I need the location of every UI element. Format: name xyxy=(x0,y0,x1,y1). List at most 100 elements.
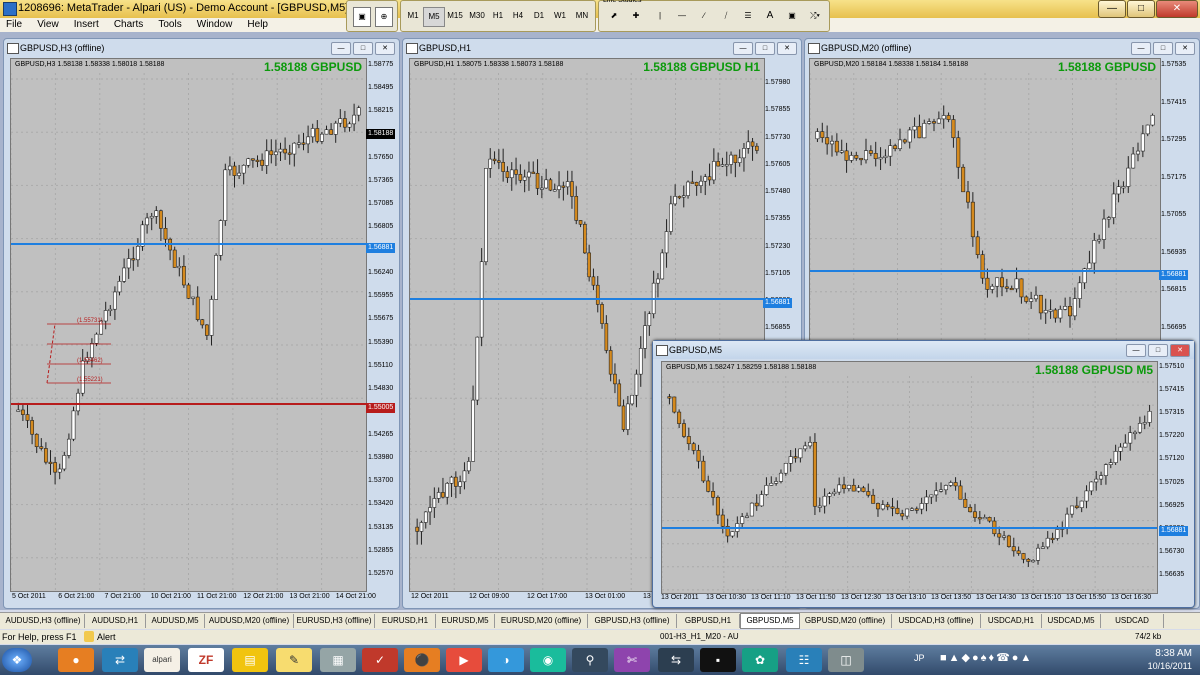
tf-h4[interactable]: H4 xyxy=(508,7,528,25)
pdf-icon[interactable]: ✓ xyxy=(362,648,398,672)
chart-window-m5[interactable]: GBPUSD,M5 — □ ✕ GBPUSD,M5 1.58247 1.5825… xyxy=(652,340,1195,608)
window-app-icon[interactable]: ◫ xyxy=(828,648,864,672)
chart-tab[interactable]: EURUSD,H3 (offline) xyxy=(294,614,375,628)
chart-shift-icon[interactable]: ▣ xyxy=(353,7,371,27)
chart-tab[interactable]: AUDUSD,H3 (offline) xyxy=(2,614,85,628)
tf-h1[interactable]: H1 xyxy=(488,7,508,25)
channel-icon[interactable]: ⧸ xyxy=(717,7,735,25)
menu-charts[interactable]: Charts xyxy=(108,18,149,32)
chart-tab[interactable]: USDCAD,H3 (offline) xyxy=(892,614,981,628)
chart-tab[interactable]: USDCAD,H1 xyxy=(981,614,1042,628)
transfer-icon[interactable]: ⇆ xyxy=(658,648,694,672)
chart-window-titlebar[interactable]: GBPUSD,M20 (offline) — □ ✕ xyxy=(805,39,1199,57)
chart-window-h3[interactable]: GBPUSD,H3 (offline) — □ ✕ (1.55731) (1.55… xyxy=(3,38,400,609)
child-minimize-button[interactable]: — xyxy=(1126,344,1146,357)
chart-tab[interactable]: EURUSD,M5 xyxy=(436,614,495,628)
trendline-icon[interactable]: ∕ xyxy=(695,7,713,25)
tf-m30[interactable]: M30 xyxy=(466,7,488,25)
chart-tab[interactable]: GBPUSD,H3 (offline) xyxy=(588,614,677,628)
candle xyxy=(871,494,876,504)
child-restore-button[interactable]: □ xyxy=(1153,42,1173,55)
menu-tools[interactable]: Tools xyxy=(152,18,187,32)
chart-tab[interactable]: USDCAD,M5 xyxy=(1042,614,1101,628)
candle xyxy=(788,456,793,464)
menu-window[interactable]: Window xyxy=(191,18,239,32)
language-indicator[interactable]: JP xyxy=(914,653,925,663)
chart-tab[interactable]: AUDUSD,H1 xyxy=(85,614,146,628)
tf-m15[interactable]: M15 xyxy=(444,7,466,25)
chart-plot-area[interactable]: GBPUSD,M5 1.58247 1.58259 1.58188 1.5818… xyxy=(661,361,1158,594)
candle xyxy=(1067,306,1072,317)
clock-date[interactable]: 10/16/2011 xyxy=(1148,661,1192,671)
text-label-icon[interactable]: ▣ xyxy=(783,7,801,25)
tools-icon[interactable]: ✄ xyxy=(614,648,650,672)
alpari-taskbar-button[interactable]: alpari xyxy=(144,648,180,672)
child-minimize-button[interactable]: — xyxy=(1131,42,1151,55)
minimize-button[interactable]: — xyxy=(1098,0,1126,18)
candle xyxy=(43,448,48,463)
crosshair-tool-icon[interactable]: ✚ xyxy=(627,7,645,25)
clock-time[interactable]: 8:38 AM xyxy=(1155,648,1192,659)
browser-icon[interactable]: ◑ xyxy=(488,648,524,672)
chart-window-titlebar[interactable]: GBPUSD,M5 — □ ✕ xyxy=(653,341,1194,359)
vertical-line-icon[interactable]: | xyxy=(651,7,669,25)
folder-icon[interactable]: ▤ xyxy=(232,648,268,672)
child-close-button[interactable]: ✕ xyxy=(1175,42,1195,55)
close-button[interactable]: ✕ xyxy=(1156,0,1198,18)
chart-tab[interactable]: EURUSD,H1 xyxy=(375,614,436,628)
menu-view[interactable]: View xyxy=(31,18,65,32)
candle xyxy=(1128,432,1133,444)
media-player-icon[interactable]: ▶ xyxy=(446,648,482,672)
tf-mn[interactable]: MN xyxy=(571,7,593,25)
child-close-button[interactable]: ✕ xyxy=(1170,344,1190,357)
horizontal-line-icon[interactable]: — xyxy=(673,7,691,25)
orange-app-icon[interactable]: ⚫ xyxy=(404,648,440,672)
child-minimize-button[interactable]: — xyxy=(331,42,351,55)
menu-file[interactable]: File xyxy=(0,18,28,32)
fibonacci-icon[interactable]: ☰ xyxy=(739,7,757,25)
chart-plot-area[interactable]: (1.55731) (1.55462) (1.55221) GBPUSD,H3 1.… xyxy=(10,58,367,592)
alert-icon[interactable] xyxy=(84,631,94,642)
child-restore-button[interactable]: □ xyxy=(1148,344,1168,357)
child-close-button[interactable]: ✕ xyxy=(375,42,395,55)
crosshair-icon[interactable]: ⊕ xyxy=(375,7,393,27)
start-orb-icon[interactable]: ❖ xyxy=(2,648,32,672)
text-icon[interactable]: A xyxy=(761,7,779,25)
tf-m1[interactable]: M1 xyxy=(403,7,423,25)
alert-label[interactable]: Alert xyxy=(97,630,116,644)
cursor-icon[interactable]: ⬈ xyxy=(605,7,623,25)
tf-m5[interactable]: M5 xyxy=(423,7,445,27)
chart-tab[interactable]: AUDUSD,M20 (offline) xyxy=(205,614,294,628)
child-restore-button[interactable]: □ xyxy=(755,42,775,55)
menu-insert[interactable]: Insert xyxy=(68,18,105,32)
chart-tab[interactable]: USDCAD xyxy=(1101,614,1164,628)
chart-tab[interactable]: EURUSD,M20 (offline) xyxy=(495,614,588,628)
tf-d1[interactable]: D1 xyxy=(529,7,549,25)
globe-icon[interactable]: ◉ xyxy=(530,648,566,672)
terminal-icon[interactable]: ▪ xyxy=(700,648,736,672)
firefox-icon[interactable]: ● xyxy=(58,648,94,672)
child-minimize-button[interactable]: — xyxy=(733,42,753,55)
maximize-button[interactable]: □ xyxy=(1127,0,1155,18)
zf-icon[interactable]: ZF xyxy=(188,648,224,672)
child-close-button[interactable]: ✕ xyxy=(777,42,797,55)
tf-w1[interactable]: W1 xyxy=(550,7,570,25)
candle xyxy=(306,136,311,145)
candle xyxy=(522,176,527,181)
chart-window-titlebar[interactable]: GBPUSD,H3 (offline) — □ ✕ xyxy=(4,39,399,57)
search-app-icon[interactable]: ⚲ xyxy=(572,648,608,672)
chart-tab[interactable]: GBPUSD,H1 xyxy=(677,614,740,628)
menu-help[interactable]: Help xyxy=(241,18,274,32)
network-app-icon[interactable]: ☷ xyxy=(786,648,822,672)
chart-tab[interactable]: GBPUSD,M20 (offline) xyxy=(799,614,892,628)
chart-window-titlebar[interactable]: GBPUSD,H1 — □ ✕ xyxy=(403,39,801,57)
teamviewer-icon[interactable]: ⇄ xyxy=(102,648,138,672)
calculator-icon[interactable]: ▦ xyxy=(320,648,356,672)
sticky-notes-icon[interactable]: ✎ xyxy=(276,648,312,672)
chart-tab[interactable]: AUDUSD,M5 xyxy=(146,614,205,628)
arrows-icon[interactable]: ⤮▾ xyxy=(805,7,825,25)
chart-tab[interactable]: GBPUSD,M5 xyxy=(740,613,800,629)
child-restore-button[interactable]: □ xyxy=(353,42,373,55)
paint-icon[interactable]: ✿ xyxy=(742,648,778,672)
tray-icons[interactable]: ■▲◆●♠♦☎●▲ xyxy=(940,651,1033,664)
